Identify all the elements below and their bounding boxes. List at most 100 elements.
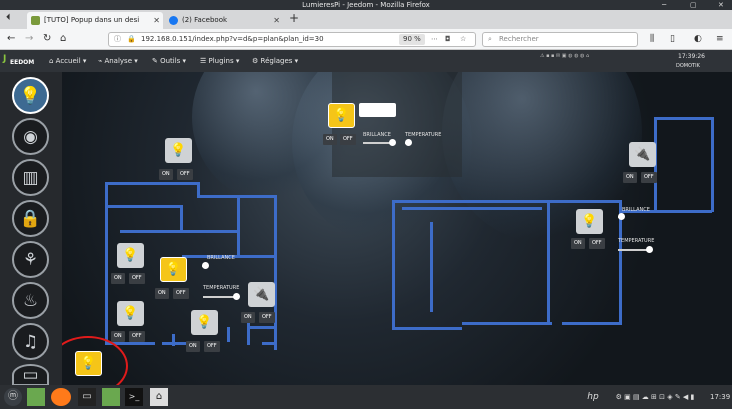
slider-handle[interactable] — [233, 293, 240, 300]
plan-heating-button[interactable]: ▥ — [12, 159, 49, 196]
close-tab-icon[interactable]: ✕ — [273, 12, 280, 29]
wall — [237, 195, 240, 255]
outlet-toggle[interactable]: 🔌 — [248, 282, 275, 307]
temperature-slider[interactable] — [405, 139, 412, 146]
minimize-icon[interactable]: ─ — [662, 0, 666, 10]
off-button[interactable]: OFF — [641, 172, 657, 183]
on-button[interactable]: ON — [159, 169, 173, 180]
menu-outils[interactable]: ✎ Outils ▾ — [152, 50, 186, 72]
folder-icon[interactable] — [102, 388, 120, 406]
wall — [172, 334, 175, 346]
system-tray-icons[interactable]: ⚙ ▣ ▤ ☁ ⊞ ⊡ ◈ ✎ ◀ ▮ — [605, 388, 705, 406]
on-button[interactable]: ON — [155, 288, 169, 299]
plan-security-button[interactable]: 🔒 — [12, 200, 49, 237]
forward-icon[interactable]: → — [25, 32, 33, 46]
brillance-slider[interactable] — [363, 139, 396, 146]
user-name[interactable]: DOMOTIK — [676, 63, 700, 69]
radiator-icon: ▥ — [22, 167, 39, 188]
zoom-level[interactable]: 90 % — [399, 34, 425, 45]
console-icon[interactable]: >_ — [125, 388, 143, 406]
tab-history-icon[interactable]: ⏴ — [6, 13, 11, 23]
maximize-icon[interactable]: ▢ — [690, 0, 697, 10]
off-button[interactable]: OFF — [259, 312, 275, 323]
plan-more-button[interactable]: ▭ — [12, 364, 49, 386]
terminal-icon[interactable]: ▭ — [78, 388, 96, 406]
wall — [392, 200, 395, 330]
tab-facebook[interactable]: (2) Facebook ✕ — [165, 12, 283, 29]
light-toggle[interactable]: 💡 — [165, 138, 192, 163]
hamburger-menu-icon[interactable]: ≡ — [716, 32, 724, 46]
pocket-icon[interactable]: ◘ — [445, 33, 451, 46]
slider-handle[interactable] — [405, 139, 412, 146]
jeedom-navbar: J EEDOM ⌂ Accueil ▾ ⌁ Analyse ▾ ✎ Outils… — [0, 50, 732, 72]
light-toggle[interactable]: 💡 — [191, 310, 218, 335]
plan-music-button[interactable]: ♫ — [12, 323, 49, 360]
padlock-icon: 🔒 — [19, 208, 42, 229]
on-button[interactable]: ON — [186, 341, 200, 352]
slider-handle[interactable] — [202, 262, 209, 269]
url-bar[interactable]: ⓘ 🔒 192.168.0.151/index.php?v=d&p=plan&p… — [108, 32, 476, 47]
reload-icon[interactable]: ↻ — [43, 32, 51, 46]
light-toggle[interactable]: 💡 — [576, 209, 603, 234]
light-toggle-popup[interactable]: 💡 — [328, 103, 355, 128]
off-button[interactable]: OFF — [177, 169, 193, 180]
menu-accueil[interactable]: ⌂ Accueil ▾ — [49, 50, 86, 72]
plan-animals-button[interactable]: ♨ — [12, 282, 49, 319]
lightbulb-icon: 💡 — [581, 214, 598, 229]
logo-text[interactable]: EEDOM — [10, 59, 34, 66]
clock-text: 17:39:26 — [678, 53, 705, 60]
info-icon[interactable]: ⓘ — [114, 33, 121, 46]
brillance-slider[interactable] — [202, 262, 209, 269]
on-button[interactable]: ON — [571, 238, 585, 249]
back-icon[interactable]: ← — [7, 32, 15, 46]
light-toggle[interactable]: 💡 — [117, 243, 144, 268]
menu-reglages[interactable]: ⚙ Réglages ▾ — [252, 50, 298, 72]
off-button[interactable]: OFF — [204, 341, 220, 352]
sidebar-toggle-icon[interactable]: ▯ — [670, 32, 675, 46]
start-menu-icon[interactable]: ⓜ — [4, 388, 22, 406]
light-toggle[interactable]: 💡 — [117, 301, 144, 326]
menu-plugins[interactable]: ☰ Plugins ▾ — [200, 50, 239, 72]
tab-tuto[interactable]: [TUTO] Popup dans un desi ✕ — [27, 12, 163, 29]
temperature-slider[interactable] — [203, 293, 240, 300]
off-button[interactable]: OFF — [129, 273, 145, 284]
search-placeholder: Rechercher — [499, 35, 539, 43]
brillance-slider[interactable] — [618, 213, 625, 220]
close-window-icon[interactable]: ✕ — [718, 0, 724, 10]
on-button[interactable]: ON — [241, 312, 255, 323]
slider-handle[interactable] — [646, 246, 653, 253]
taskbar-clock[interactable]: 17:39 — [710, 388, 730, 406]
off-button[interactable]: OFF — [173, 288, 189, 299]
on-button[interactable]: ON — [323, 134, 337, 145]
tracking-protection-icon[interactable]: ◐ — [694, 32, 702, 46]
off-button[interactable]: OFF — [589, 238, 605, 249]
lightbulb-icon: 💡 — [165, 262, 182, 277]
off-button[interactable]: OFF — [340, 134, 356, 145]
file-manager-icon[interactable] — [27, 388, 45, 406]
slider-handle[interactable] — [389, 139, 396, 146]
outlet-toggle[interactable]: 🔌 — [629, 142, 656, 167]
plan-camera-button[interactable]: ◉ — [12, 118, 49, 155]
temperature-slider[interactable] — [618, 246, 653, 253]
firefox-icon[interactable] — [51, 388, 71, 406]
library-icon[interactable]: ⫼ — [650, 32, 654, 46]
new-tab-icon[interactable]: + — [289, 11, 299, 25]
plan-garden-button[interactable]: ⚘ — [12, 241, 49, 278]
off-button[interactable]: OFF — [129, 331, 145, 342]
on-button[interactable]: ON — [623, 172, 637, 183]
app-launcher-icon[interactable]: ⌂ — [150, 388, 168, 406]
page-actions-icon[interactable]: ⋯ — [431, 33, 438, 46]
on-button[interactable]: ON — [111, 331, 125, 342]
on-button[interactable]: ON — [111, 273, 125, 284]
bookmark-star-icon[interactable]: ☆ — [460, 33, 466, 46]
popup-white-box[interactable] — [359, 103, 396, 117]
os-taskbar: ⓜ ▭ >_ ⌂ hp ⚙ ▣ ▤ ☁ ⊞ ⊡ ◈ ✎ ◀ ▮ 17:39 — [0, 385, 732, 409]
home-icon[interactable]: ⌂ — [60, 32, 66, 46]
light-toggle[interactable]: 💡 — [160, 257, 187, 282]
menu-analyse[interactable]: ⌁ Analyse ▾ — [98, 50, 138, 72]
slider-handle[interactable] — [618, 213, 625, 220]
jeedom-logo-icon[interactable]: J — [3, 54, 6, 64]
close-tab-icon[interactable]: ✕ — [153, 12, 160, 29]
plan-lights-button[interactable]: 💡 — [12, 77, 49, 114]
search-bar[interactable]: ⌕ Rechercher — [482, 32, 638, 47]
